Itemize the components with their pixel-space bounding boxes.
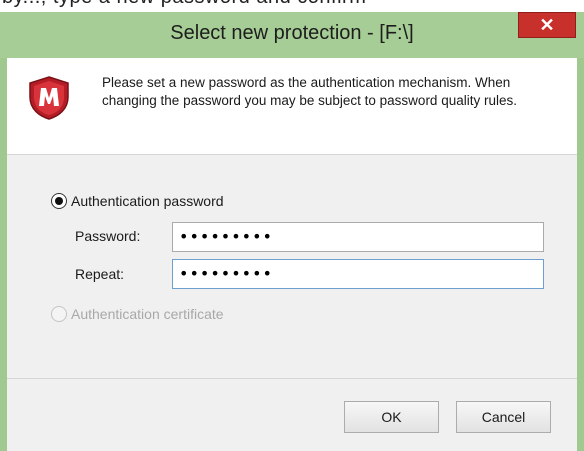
password-radio[interactable] (51, 193, 67, 209)
certificate-radio[interactable] (51, 306, 67, 322)
dialog-client-area: Please set a new password as the authent… (7, 58, 577, 451)
repeat-password-input[interactable]: ••••••••• (172, 259, 544, 289)
background-window: by..., type a new password and confirm (0, 0, 584, 12)
password-option[interactable]: Authentication password (51, 193, 224, 209)
close-button[interactable]: ✕ (518, 12, 576, 38)
certificate-option[interactable]: Authentication certificate (51, 306, 224, 322)
footer-divider (7, 378, 577, 379)
certificate-option-label: Authentication certificate (71, 306, 224, 322)
password-label: Password: (75, 228, 141, 244)
dialog-titlebar[interactable]: Select new protection - [F:\] ✕ (0, 12, 584, 58)
password-option-label: Authentication password (71, 193, 224, 209)
instructions-text: Please set a new password as the authent… (102, 75, 517, 108)
password-input[interactable]: ••••••••• (172, 222, 544, 252)
dialog-title: Select new protection - [F:\] (170, 22, 414, 44)
mcafee-shield-icon (29, 76, 69, 120)
background-clipped-text: by..., type a new password and confirm (2, 0, 366, 9)
ok-button[interactable]: OK (344, 401, 439, 433)
instructions-panel: Please set a new password as the authent… (7, 58, 577, 155)
close-icon: ✕ (539, 15, 555, 35)
cancel-button[interactable]: Cancel (456, 401, 551, 433)
repeat-label: Repeat: (75, 266, 125, 282)
protection-dialog: Select new protection - [F:\] ✕ Please s… (0, 12, 584, 451)
